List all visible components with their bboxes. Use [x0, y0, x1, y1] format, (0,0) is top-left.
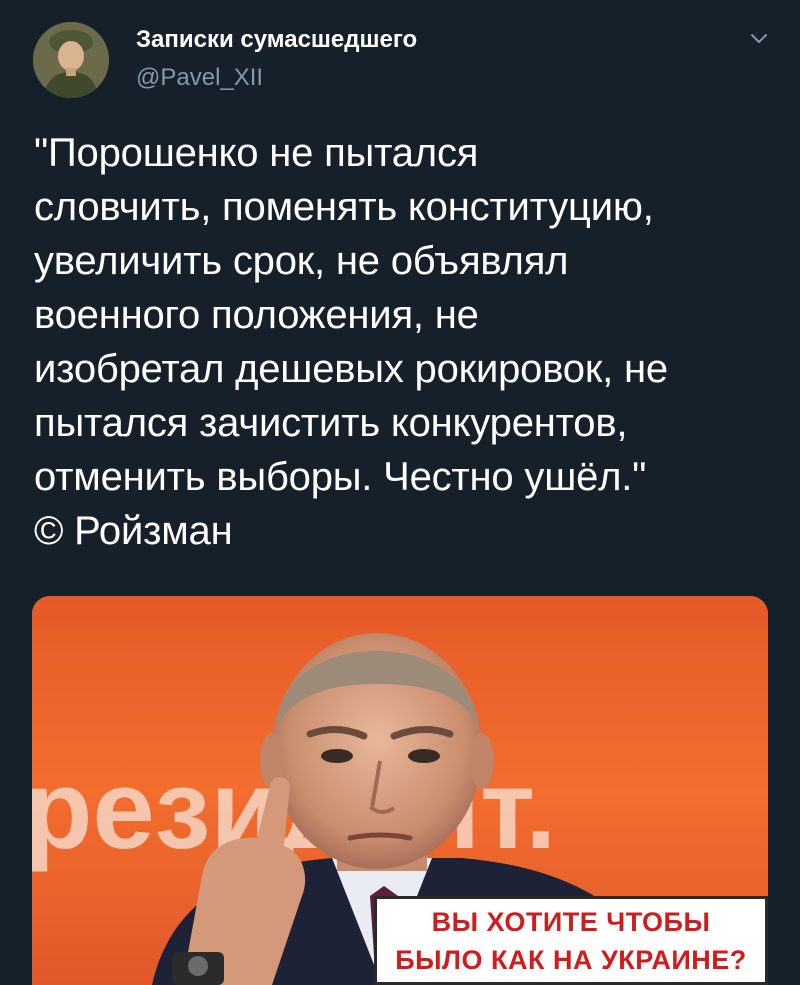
- meme-caption: ВЫ ХОТИТЕ ЧТОБЫ БЫЛО КАК НА УКРАИНЕ?: [374, 896, 768, 985]
- user-avatar-icon: [33, 22, 109, 98]
- caption-line-1: ВЫ ХОТИТЕ ЧТОБЫ: [431, 907, 711, 937]
- tweet-photo[interactable]: резидент.: [32, 596, 768, 985]
- author-handle[interactable]: @Pavel_XII: [136, 64, 263, 92]
- chevron-down-icon[interactable]: [748, 30, 770, 46]
- tweet-text: "Порошенко не пытался словчить, поменять…: [34, 131, 668, 553]
- author-display-name[interactable]: Записки сумасшедшего: [136, 26, 417, 54]
- tweet-card: Записки сумасшедшего @Pavel_XII "Порошен…: [0, 0, 800, 985]
- caption-line-2: БЫЛО КАК НА УКРАИНЕ?: [395, 945, 747, 975]
- avatar[interactable]: [33, 22, 109, 98]
